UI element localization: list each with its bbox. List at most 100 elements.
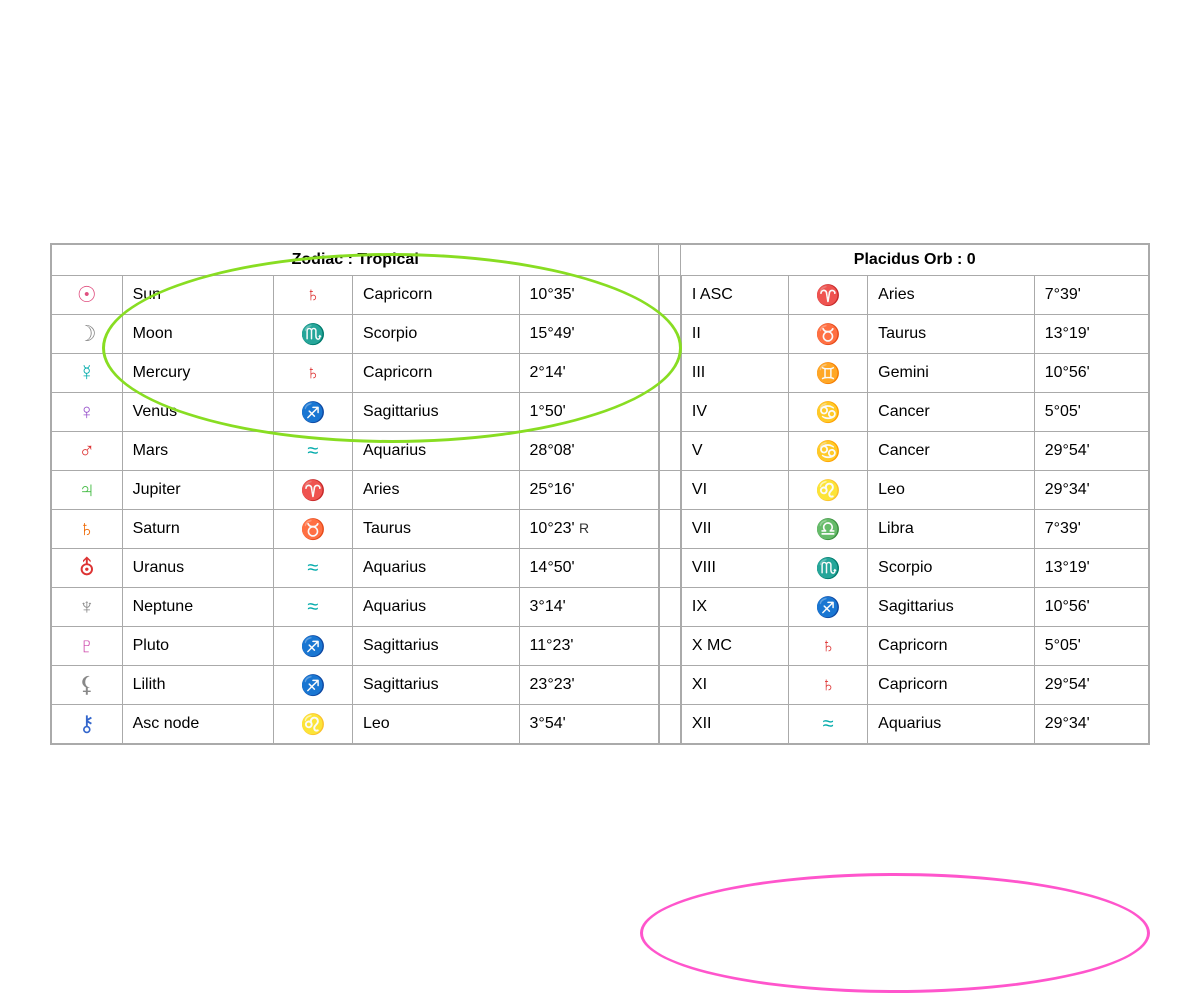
- house-sign-symbol: ♊: [789, 354, 868, 393]
- planet-symbol: ♃: [51, 471, 122, 510]
- planet-sign-name: Capricorn: [352, 276, 519, 315]
- house-name: VII: [681, 510, 789, 549]
- planet-name: Pluto: [122, 627, 273, 666]
- planet-sign-name: Sagittarius: [352, 393, 519, 432]
- house-degree: 7°39': [1034, 276, 1149, 315]
- planet-symbol: ⚸: [51, 666, 122, 705]
- divider-cell: [659, 471, 681, 510]
- planet-sign-name: Aquarius: [352, 588, 519, 627]
- house-degree: 13°19': [1034, 315, 1149, 354]
- planet-sign-symbol: ≈: [273, 588, 352, 627]
- house-sign-name: Taurus: [868, 315, 1035, 354]
- house-sign-symbol: ♌: [789, 471, 868, 510]
- planet-symbol: ☿: [51, 354, 122, 393]
- planet-degree: 25°16': [519, 471, 659, 510]
- house-sign-name: Aquarius: [868, 705, 1035, 745]
- planet-sign-symbol: ♄: [273, 354, 352, 393]
- planet-name: Mars: [122, 432, 273, 471]
- house-name: II: [681, 315, 789, 354]
- house-sign-name: Capricorn: [868, 627, 1035, 666]
- house-sign-name: Aries: [868, 276, 1035, 315]
- house-sign-symbol: ≈: [789, 705, 868, 745]
- house-name: XII: [681, 705, 789, 745]
- planet-sign-symbol: ♉: [273, 510, 352, 549]
- planet-degree: 3°14': [519, 588, 659, 627]
- planet-sign-name: Aquarius: [352, 432, 519, 471]
- house-name: X MC: [681, 627, 789, 666]
- planet-sign-symbol: ≈: [273, 432, 352, 471]
- pink-oval-annotation: [640, 873, 1150, 993]
- house-sign-symbol: ♈: [789, 276, 868, 315]
- planet-sign-symbol: ♌: [273, 705, 352, 745]
- house-sign-symbol: ♄: [789, 627, 868, 666]
- planet-name: Mercury: [122, 354, 273, 393]
- house-name: VI: [681, 471, 789, 510]
- divider-cell: [659, 393, 681, 432]
- planet-degree: 15°49': [519, 315, 659, 354]
- house-sign-symbol: ♐: [789, 588, 868, 627]
- house-sign-symbol: ♉: [789, 315, 868, 354]
- planet-symbol: ♂: [51, 432, 122, 471]
- planet-name: Asc node: [122, 705, 273, 745]
- house-sign-symbol: ♋: [789, 432, 868, 471]
- planet-symbol: ♆: [51, 588, 122, 627]
- house-degree: 5°05': [1034, 627, 1149, 666]
- planet-sign-name: Aries: [352, 471, 519, 510]
- house-degree: 10°56': [1034, 354, 1149, 393]
- planet-degree: 28°08': [519, 432, 659, 471]
- planet-sign-symbol: ♄: [273, 276, 352, 315]
- house-degree: 29°34': [1034, 471, 1149, 510]
- planet-symbol: ⚷: [51, 705, 122, 745]
- house-sign-name: Libra: [868, 510, 1035, 549]
- planet-sign-symbol: ♐: [273, 393, 352, 432]
- divider-cell: [659, 315, 681, 354]
- divider-cell: [659, 276, 681, 315]
- planet-degree: 10°23' R: [519, 510, 659, 549]
- planet-sign-name: Sagittarius: [352, 627, 519, 666]
- house-sign-name: Sagittarius: [868, 588, 1035, 627]
- planet-sign-name: Sagittarius: [352, 666, 519, 705]
- planet-symbol: ♄: [51, 510, 122, 549]
- house-sign-symbol: ♎: [789, 510, 868, 549]
- planet-name: Sun: [122, 276, 273, 315]
- house-sign-name: Leo: [868, 471, 1035, 510]
- planet-name: Jupiter: [122, 471, 273, 510]
- house-sign-symbol: ♋: [789, 393, 868, 432]
- house-name: IV: [681, 393, 789, 432]
- planet-degree: 1°50': [519, 393, 659, 432]
- planet-symbol: ⛢: [51, 549, 122, 588]
- house-name: VIII: [681, 549, 789, 588]
- divider-cell: [659, 666, 681, 705]
- house-sign-symbol: ♄: [789, 666, 868, 705]
- house-degree: 7°39': [1034, 510, 1149, 549]
- divider-header: [659, 244, 681, 276]
- house-sign-name: Cancer: [868, 432, 1035, 471]
- planet-sign-symbol: ♐: [273, 627, 352, 666]
- left-header: Zodiac : Tropical: [51, 244, 659, 276]
- planet-symbol: ♇: [51, 627, 122, 666]
- planet-degree: 2°14': [519, 354, 659, 393]
- planet-sign-name: Aquarius: [352, 549, 519, 588]
- planet-symbol: ☉: [51, 276, 122, 315]
- planet-name: Uranus: [122, 549, 273, 588]
- planet-sign-symbol: ♐: [273, 666, 352, 705]
- planet-name: Moon: [122, 315, 273, 354]
- house-degree: 13°19': [1034, 549, 1149, 588]
- house-degree: 29°54': [1034, 432, 1149, 471]
- planet-sign-name: Capricorn: [352, 354, 519, 393]
- planet-degree: 14°50': [519, 549, 659, 588]
- planet-sign-name: Leo: [352, 705, 519, 745]
- planet-name: Lilith: [122, 666, 273, 705]
- house-sign-name: Gemini: [868, 354, 1035, 393]
- house-degree: 29°34': [1034, 705, 1149, 745]
- astrology-table-container: Zodiac : Tropical Placidus Orb : 0 ☉Sun♄…: [50, 243, 1150, 745]
- planet-degree: 23°23': [519, 666, 659, 705]
- divider-cell: [659, 432, 681, 471]
- planet-name: Saturn: [122, 510, 273, 549]
- planet-symbol: ☽: [51, 315, 122, 354]
- planet-sign-name: Taurus: [352, 510, 519, 549]
- planet-symbol: ♀: [51, 393, 122, 432]
- planet-degree: 11°23': [519, 627, 659, 666]
- house-sign-name: Capricorn: [868, 666, 1035, 705]
- house-degree: 29°54': [1034, 666, 1149, 705]
